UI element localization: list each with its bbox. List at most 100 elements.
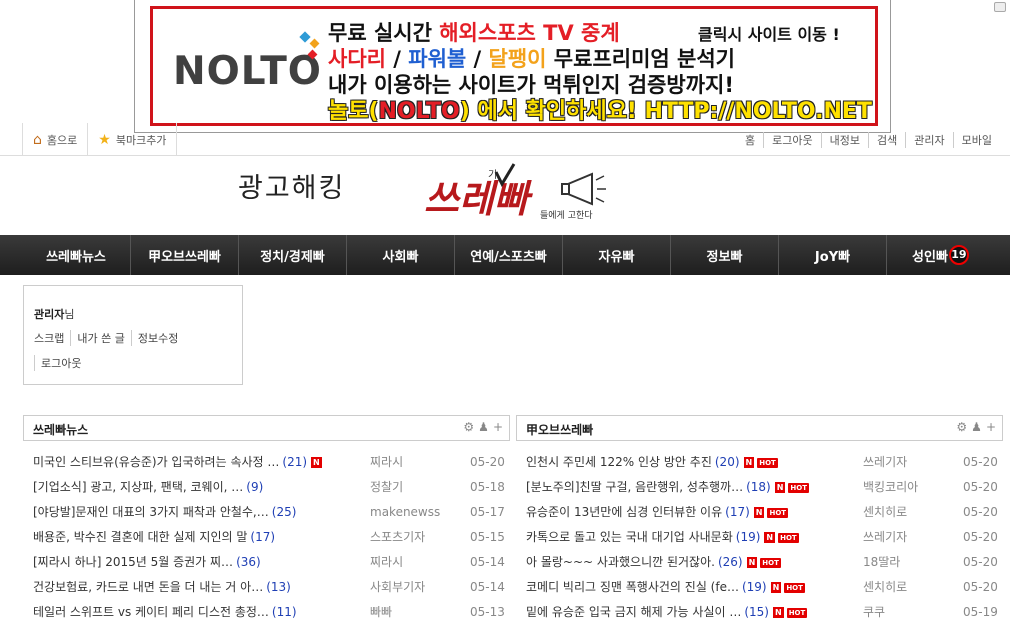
board-row[interactable]: 인천시 주민세 122% 인상 방안 추진 (20) N HOT 쓰레기자 05-20 [516, 449, 1003, 474]
board-title[interactable]: 甲오브쓰레빠 [526, 421, 593, 438]
settings-icon[interactable]: ⚙ [956, 420, 967, 434]
board-title[interactable]: 쓰레빠뉴스 [33, 421, 88, 438]
nav-item-adult[interactable]: 성인빠 19 [886, 235, 994, 275]
board-rows: 미국인 스티브유(유승준)가 입국하려는 속사정 … (21) N 찌라시 05-20 [… [23, 449, 510, 624]
logout-link[interactable]: 로그아웃 [34, 355, 81, 371]
post-author[interactable]: 찌라시 [370, 453, 403, 470]
post-author[interactable]: 센치히로 [863, 503, 907, 520]
nav-item-gap[interactable]: 甲오브쓰레빠 [130, 235, 238, 275]
post-author[interactable]: 쿠쿠 [863, 603, 885, 620]
site-logo-sub: 들에게 고한다 [540, 210, 593, 221]
link-edit-info[interactable]: 정보수정 [130, 330, 184, 346]
post-title-wrap: 배용준, 박수진 결혼에 대한 실제 지인의 말 (17) [33, 528, 275, 545]
post-date: 05-17 [470, 504, 505, 519]
board-row[interactable]: [야당발]문재인 대표의 3가지 패착과 안철수,… (25) makenewss 0… [23, 499, 510, 524]
window-corner-icon[interactable] [994, 2, 1006, 12]
board-row[interactable]: [분노주의]친딸 구걸, 음란행위, 성추행까… (18) N HOT 백킹코리아 05-… [516, 474, 1003, 499]
board-row[interactable]: 밑에 유승준 입국 금지 해제 가능 사실이 … (15) N HOT 쿠쿠 05-19 [516, 599, 1003, 624]
post-title[interactable]: [분노주의]친딸 구걸, 음란행위, 성추행까… [526, 480, 743, 494]
post-title[interactable]: [찌라시 하나] 2015년 5월 증권가 찌… [33, 555, 233, 569]
post-title[interactable]: 테일러 스위프트 vs 케이티 페리 디스전 총정… [33, 605, 269, 619]
member-suffix: 님 [64, 308, 75, 321]
link-admin[interactable]: 관리자 [905, 132, 952, 148]
post-author[interactable]: 쓰레기자 [863, 528, 907, 545]
link-home[interactable]: 홈 [737, 132, 763, 148]
post-author[interactable]: 쓰레기자 [863, 453, 907, 470]
link-mobile[interactable]: 모바일 [952, 132, 1000, 148]
post-title[interactable]: 밑에 유승준 입국 금지 해제 가능 사실이 … [526, 605, 741, 619]
post-author[interactable]: 스포츠기자 [370, 528, 425, 545]
nav-item-info[interactable]: 정보빠 [670, 235, 778, 275]
board-row[interactable]: 배용준, 박수진 결혼에 대한 실제 지인의 말 (17) 스포츠기자 05-15 [23, 524, 510, 549]
board-controls: ⚙ ♟ + [952, 420, 996, 434]
site-logo[interactable]: 쓰레빠 기 들에게 고한다 [422, 162, 612, 226]
banner-line-4: 놀토(NOLTO) 에서 확인하세요! HTTP://NOLTO.NET [328, 99, 872, 124]
board-row[interactable]: 유승준이 13년만에 심경 인터뷰한 이유 (17) N HOT 센치히로 05-20 [516, 499, 1003, 524]
user-links: 홈 로그아웃 내정보 검색 관리자 모바일 [737, 132, 1000, 148]
post-title[interactable]: [기업소식] 광고, 지상파, 팬택, 코웨이, … [33, 480, 243, 494]
link-search[interactable]: 검색 [868, 132, 905, 148]
nav-item-free[interactable]: 자유빠 [562, 235, 670, 275]
new-badge: N [772, 607, 784, 618]
post-title-wrap: 미국인 스티브유(유승준)가 입국하려는 속사정 … (21) N [33, 453, 322, 470]
plus-icon[interactable]: + [986, 420, 996, 434]
comment-count: (11) [271, 605, 297, 619]
plus-icon[interactable]: + [493, 420, 503, 434]
post-title-wrap: 건강보험료, 카드로 내면 돈을 더 내는 거 아… (13) [33, 578, 291, 595]
board-row[interactable]: 미국인 스티브유(유승준)가 입국하려는 속사정 … (21) N 찌라시 05-20 [23, 449, 510, 474]
link-my-info[interactable]: 내정보 [820, 132, 868, 148]
settings-icon[interactable]: ⚙ [463, 420, 474, 434]
post-title[interactable]: 인천시 주민세 122% 인상 방안 추진 [526, 455, 712, 469]
post-date: 05-20 [963, 479, 998, 494]
board-row[interactable]: 테일러 스위프트 vs 케이티 페리 디스전 총정… (11) 빠빠 05-13 [23, 599, 510, 624]
post-title[interactable]: 유승준이 13년만에 심경 인터뷰한 이유 [526, 505, 722, 519]
comment-count: (9) [246, 480, 264, 494]
post-title[interactable]: 미국인 스티브유(유승준)가 입국하려는 속사정 … [33, 455, 279, 469]
post-author[interactable]: makenewss [370, 505, 440, 519]
comment-count: (15) [744, 605, 769, 619]
post-author[interactable]: 빠빠 [370, 603, 392, 620]
post-title-wrap: [야당발]문재인 대표의 3가지 패착과 안철수,… (25) [33, 503, 296, 520]
board-news: 쓰레빠뉴스 ⚙ ♟ + 미국인 스티브유(유승준)가 입국하려는 속사정 … (21)… [23, 415, 510, 624]
home-button[interactable]: ⌂ 홈으로 [22, 123, 87, 156]
post-title[interactable]: 카톡으로 돌고 있는 국내 대기업 사내문화 [526, 530, 733, 544]
people-icon[interactable]: ♟ [478, 420, 489, 434]
board-row[interactable]: [기업소식] 광고, 지상파, 팬택, 코웨이, … (9) 정찰기 05-18 [23, 474, 510, 499]
new-badge: N [774, 482, 786, 493]
post-author[interactable]: 18딸라 [863, 553, 900, 570]
people-icon[interactable]: ♟ [971, 420, 982, 434]
link-scrap[interactable]: 스크랩 [34, 330, 70, 346]
post-author[interactable]: 백킹코리아 [863, 478, 918, 495]
post-title-wrap: [기업소식] 광고, 지상파, 팬택, 코웨이, … (9) [33, 478, 263, 495]
post-title[interactable]: [야당발]문재인 대표의 3가지 패착과 안철수,… [33, 505, 269, 519]
nav-item-society[interactable]: 사회빠 [346, 235, 454, 275]
nolto-ad-banner[interactable]: NOLTO 무료 실시간 해외스포츠 TV 중계 클릭시 사이트 이동 ! 사다… [150, 6, 878, 126]
post-date: 05-20 [963, 579, 998, 594]
post-title[interactable]: 건강보험료, 카드로 내면 돈을 더 내는 거 아… [33, 580, 263, 594]
link-logout[interactable]: 로그아웃 [763, 132, 820, 148]
comment-count: (36) [236, 555, 261, 569]
nav-item-news[interactable]: 쓰레빠뉴스 [22, 235, 130, 275]
post-title-wrap: 코메디 빅리그 징맨 폭행사건의 진실 (fe… (19) N HOT [526, 578, 805, 595]
bookmark-button[interactable]: ★ 북마크추가 [87, 123, 178, 156]
post-date: 05-19 [963, 604, 998, 619]
post-author[interactable]: 정찰기 [370, 478, 403, 495]
post-title[interactable]: 배용준, 박수진 결혼에 대한 실제 지인의 말 [33, 530, 247, 544]
nav-item-entertainment[interactable]: 연예/스포츠빠 [454, 235, 562, 275]
post-author[interactable]: 사회부기자 [370, 578, 425, 595]
post-title[interactable]: 코메디 빅리그 징맨 폭행사건의 진실 (fe… [526, 580, 739, 594]
post-author[interactable]: 찌라시 [370, 553, 403, 570]
comment-count: (18) [746, 480, 771, 494]
nav-item-joy[interactable]: JoY빠 [778, 235, 886, 275]
board-row[interactable]: 건강보험료, 카드로 내면 돈을 더 내는 거 아… (13) 사회부기자 05-14 [23, 574, 510, 599]
board-row[interactable]: 카톡으로 돌고 있는 국내 대기업 사내문화 (19) N HOT 쓰레기자 05-20 [516, 524, 1003, 549]
post-date: 05-20 [963, 529, 998, 544]
post-title[interactable]: 아 몰랑~~~ 사과했으니깐 된거잖아. [526, 555, 715, 569]
board-row[interactable]: [찌라시 하나] 2015년 5월 증권가 찌… (36) 찌라시 05-14 [23, 549, 510, 574]
hot-badge: HOT [778, 532, 799, 543]
post-author[interactable]: 센치히로 [863, 578, 907, 595]
nav-item-politics[interactable]: 정치/경제빠 [238, 235, 346, 275]
board-row[interactable]: 아 몰랑~~~ 사과했으니깐 된거잖아. (26) N HOT 18딸라 05-20 [516, 549, 1003, 574]
board-row[interactable]: 코메디 빅리그 징맨 폭행사건의 진실 (fe… (19) N HOT 센치히로 05-2… [516, 574, 1003, 599]
link-my-posts[interactable]: 내가 쓴 글 [70, 330, 130, 346]
